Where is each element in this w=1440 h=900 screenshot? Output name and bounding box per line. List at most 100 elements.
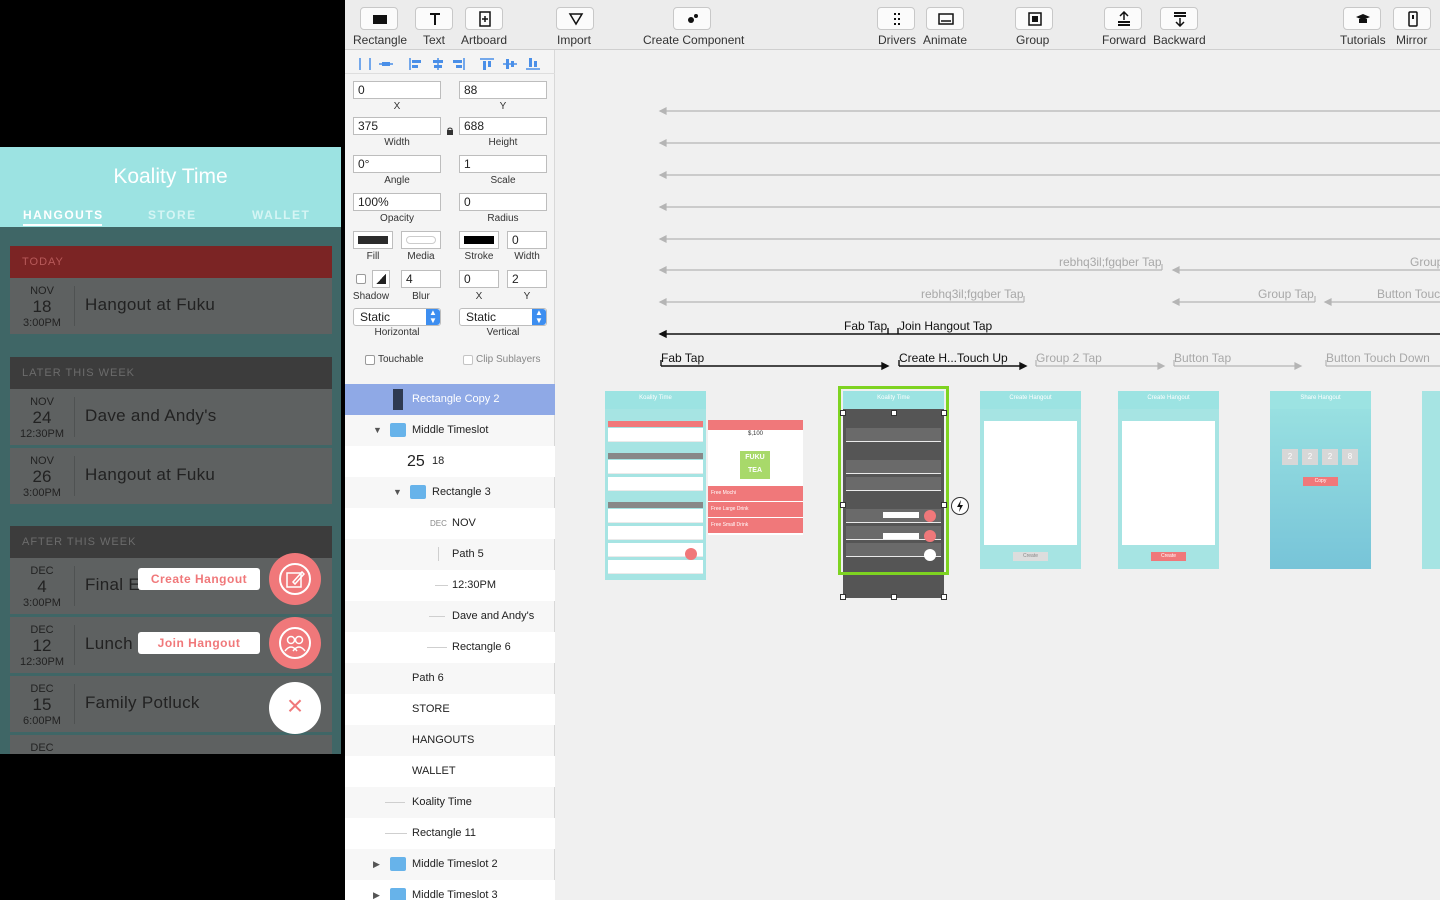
align-bottom-icon[interactable] (526, 58, 540, 70)
height-input[interactable]: 688 (459, 117, 547, 135)
close-fab-button[interactable]: × (269, 682, 321, 734)
design-canvas[interactable]: rebhq3il;fgqber Tap Group rebhq3il;fgqbe… (555, 50, 1440, 900)
artboard-share-hangout[interactable]: Share Hangout 2 2 2 8 Copy (1270, 391, 1371, 569)
artboard-home[interactable]: Koality Time (605, 391, 706, 580)
stroke-width-input[interactable]: 0 (507, 231, 547, 249)
artboard-partial[interactable] (1422, 391, 1440, 569)
resize-handle[interactable] (891, 594, 897, 600)
shadow-checkbox[interactable] (356, 274, 366, 284)
stroke-swatch[interactable] (459, 231, 499, 249)
layer-label: Middle Timeslot (412, 424, 489, 436)
connection-label[interactable]: Button Touch Down (1326, 351, 1430, 365)
artboard-store[interactable]: $,100 FUKU TEA Free Mochi Free Large Dri… (708, 420, 803, 535)
connection-label[interactable]: Group Tap (1258, 287, 1314, 301)
layer-store[interactable]: STORE (345, 694, 555, 725)
vertical-select[interactable]: Static ▲ ▼ (459, 308, 547, 326)
align-left-icon[interactable] (409, 58, 423, 70)
angle-label: Angle (384, 175, 410, 186)
media-swatch[interactable] (401, 231, 441, 249)
angle-input[interactable]: 0° (353, 155, 441, 173)
disclosure-closed-icon[interactable]: ▶ (373, 880, 380, 900)
disclosure-open-icon[interactable]: ▼ (393, 477, 402, 508)
layer-label: NOV (452, 517, 476, 529)
layer-rectangle-3[interactable]: ▼ Rectangle 3 (345, 477, 555, 508)
layer-dave-and-andys[interactable]: Dave and Andy's (345, 601, 555, 632)
layer-thumbnail-text: DEC (430, 519, 447, 528)
create-hangout-label[interactable]: Create Hangout (138, 568, 260, 590)
blur-input[interactable]: 4 (401, 270, 441, 288)
lock-icon[interactable] (446, 122, 454, 135)
connection-label[interactable]: Button Touc (1377, 287, 1440, 301)
layer-middle-timeslot-2[interactable]: ▶ Middle Timeslot 2 (345, 849, 555, 880)
scale-input[interactable]: 1 (459, 155, 547, 173)
layer-rectangle-copy-2[interactable]: Rectangle Copy 2 (345, 384, 555, 415)
resize-handle[interactable] (891, 410, 897, 416)
layer-label: Koality Time (412, 796, 472, 808)
create-hangout-button[interactable] (269, 553, 321, 605)
shadow-x-input[interactable]: 0 (459, 270, 499, 288)
align-middle-icon[interactable] (503, 58, 517, 70)
layer-rectangle-6[interactable]: Rectangle 6 (345, 632, 555, 663)
list-item[interactable]: DEC (10, 735, 332, 754)
distribute-horizontal-icon[interactable] (358, 58, 372, 70)
layer-hangouts[interactable]: HANGOUTS (345, 725, 555, 756)
connection-label[interactable]: Join Hangout Tap (899, 319, 992, 333)
layer-nov[interactable]: DEC NOV (345, 508, 555, 539)
connection-label[interactable]: Button Tap (1174, 351, 1231, 365)
list-item[interactable]: NOV 24 12:30PM Dave and Andy's (10, 389, 332, 445)
layer-rectangle-11[interactable]: Rectangle 11 (345, 818, 555, 849)
align-top-icon[interactable] (480, 58, 494, 70)
resize-handle[interactable] (941, 502, 947, 508)
join-hangout-button[interactable] (269, 617, 321, 669)
disclosure-closed-icon[interactable]: ▶ (373, 849, 380, 880)
resize-handle[interactable] (941, 410, 947, 416)
connection-label[interactable]: Fab Tap (661, 351, 704, 365)
artboard-create-hangout-filled[interactable]: Create Hangout Create (1118, 391, 1219, 569)
layer-1230pm[interactable]: 12:30PM (345, 570, 555, 601)
resize-handle[interactable] (840, 502, 846, 508)
connection-label[interactable]: Fab Tap (844, 319, 887, 333)
list-item[interactable]: NOV 26 3:00PM Hangout at Fuku (10, 448, 332, 504)
connection-label[interactable]: rebhq3il;fgqber Tap (1059, 255, 1162, 269)
list-item[interactable]: NOV 18 3:00PM Hangout at Fuku (10, 278, 332, 334)
connection-label[interactable]: Group (1410, 255, 1440, 269)
opacity-input[interactable]: 100% (353, 193, 441, 211)
fill-swatch[interactable] (353, 231, 393, 249)
folder-icon (390, 423, 406, 437)
align-center-icon[interactable] (431, 58, 445, 70)
lightning-bolt-icon[interactable] (951, 497, 969, 515)
disclosure-open-icon[interactable]: ▼ (373, 415, 382, 446)
layer-date-text[interactable]: 25 18 (345, 446, 555, 477)
connection-label[interactable]: Create H...Touch Up (899, 351, 1008, 365)
mini-row (608, 428, 703, 442)
artboard-create-hangout[interactable]: Create Hangout Create (980, 391, 1081, 569)
y-input[interactable]: 88 (459, 81, 547, 99)
x-input[interactable]: 0 (353, 81, 441, 99)
distribute-vertical-icon[interactable] (379, 58, 393, 70)
stroke-width-label: Width (514, 251, 540, 262)
layer-wallet[interactable]: WALLET (345, 756, 555, 787)
radius-input[interactable]: 0 (459, 193, 547, 211)
join-hangout-label[interactable]: Join Hangout (138, 632, 260, 654)
tab-store[interactable]: STORE (148, 208, 197, 222)
shadow-color-swatch[interactable] (372, 270, 390, 288)
touchable-checkbox[interactable] (365, 355, 375, 365)
layer-path-6[interactable]: Path 6 (345, 663, 555, 694)
tab-hangouts[interactable]: HANGOUTS (23, 208, 104, 222)
resize-handle[interactable] (941, 594, 947, 600)
layer-path-5[interactable]: Path 5 (345, 539, 555, 570)
clip-sublayers-checkbox[interactable] (463, 355, 473, 365)
layer-middle-timeslot-3[interactable]: ▶ Middle Timeslot 3 (345, 880, 555, 900)
connection-label[interactable]: rebhq3il;fgqber Tap (921, 287, 1024, 301)
horizontal-select[interactable]: Static ▲ ▼ (353, 308, 441, 326)
layer-middle-timeslot[interactable]: ▼ Middle Timeslot (345, 415, 555, 446)
width-input[interactable]: 375 (353, 117, 441, 135)
align-right-icon[interactable] (451, 58, 465, 70)
shadow-y-input[interactable]: 2 (507, 270, 547, 288)
layer-koality-time[interactable]: Koality Time (345, 787, 555, 818)
connection-label[interactable]: Group 2 Tap (1036, 351, 1102, 365)
resize-handle[interactable] (840, 410, 846, 416)
resize-handle[interactable] (840, 594, 846, 600)
tab-wallet[interactable]: WALLET (252, 208, 310, 222)
row-time: 3:00PM (23, 317, 61, 329)
